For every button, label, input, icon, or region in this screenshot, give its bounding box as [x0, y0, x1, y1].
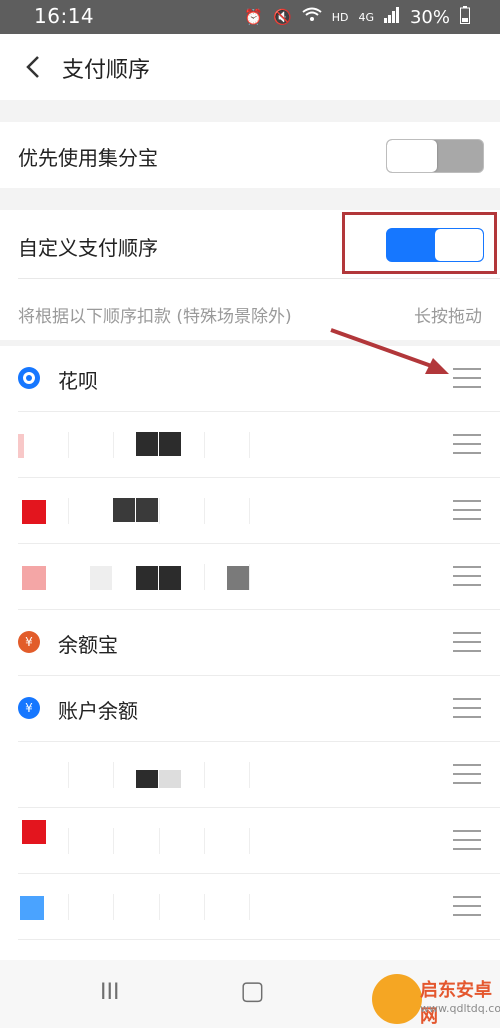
- mosaic-line: [159, 828, 160, 854]
- drag-handle-icon[interactable]: [453, 368, 481, 390]
- recent-apps-button[interactable]: III: [100, 980, 119, 1005]
- yuebao-icon: ¥: [18, 631, 40, 653]
- blurred-block: [159, 432, 181, 456]
- mosaic-line: [249, 564, 250, 590]
- payment-row-blurred[interactable]: [0, 412, 500, 478]
- payment-row-blurred[interactable]: [0, 808, 500, 874]
- blurred-block: [136, 566, 158, 590]
- drag-handle-icon[interactable]: [453, 830, 481, 852]
- mosaic-line: [249, 498, 250, 524]
- mosaic-line: [68, 894, 69, 920]
- mosaic-line: [113, 432, 114, 458]
- mosaic-line: [204, 564, 205, 590]
- mosaic-line: [159, 894, 160, 920]
- payment-row-blurred[interactable]: [0, 742, 500, 808]
- mosaic-line: [249, 828, 250, 854]
- battery-label: 30%: [409, 6, 450, 28]
- blurred-card-icon: [22, 820, 46, 844]
- status-icons: ⏰ 🔇 HD 4G 30%: [244, 6, 470, 28]
- blurred-block: [159, 770, 181, 788]
- payment-row-balance[interactable]: ¥ 账户余额: [0, 676, 500, 742]
- blurred-card-icon: [22, 566, 46, 590]
- nav-header: 支付顺序: [0, 34, 500, 100]
- huabei-icon: [18, 367, 40, 389]
- payment-row-blurred[interactable]: [0, 478, 500, 544]
- blurred-block: [227, 566, 249, 590]
- blurred-block: [90, 566, 112, 590]
- divider: [18, 278, 500, 279]
- mosaic-line: [249, 432, 250, 458]
- order-hint: 将根据以下顺序扣款 (特殊场景除外): [18, 307, 292, 327]
- prefer-jifenbao-toggle[interactable]: [386, 139, 484, 173]
- payment-label: 账户余额: [58, 699, 138, 723]
- mosaic-line: [204, 828, 205, 854]
- blurred-card-icon: [18, 434, 24, 458]
- mosaic-line: [159, 498, 160, 524]
- mosaic-line: [113, 828, 114, 854]
- blurred-block: [159, 566, 181, 590]
- payment-label: 余额宝: [58, 633, 118, 657]
- drag-handle-icon[interactable]: [453, 566, 481, 588]
- blurred-block: [136, 432, 158, 456]
- status-time: 16:14: [34, 4, 95, 28]
- mosaic-line: [113, 762, 114, 788]
- drag-handle-icon[interactable]: [453, 500, 481, 522]
- drag-handle-icon[interactable]: [453, 764, 481, 786]
- signal-bars-icon: [383, 7, 400, 27]
- highlight-box: [342, 212, 497, 274]
- blurred-block: [113, 498, 135, 522]
- back-arrow-icon[interactable]: [22, 55, 46, 79]
- prefer-jifenbao-label: 优先使用集分宝: [18, 146, 158, 170]
- blurred-card-icon: [20, 896, 44, 920]
- alarm-icon: ⏰: [244, 8, 264, 26]
- mosaic-line: [249, 762, 250, 788]
- mosaic-line: [68, 828, 69, 854]
- wifi-icon: [302, 7, 322, 27]
- payment-row-partial: [0, 940, 500, 960]
- page-title: 支付顺序: [62, 58, 151, 83]
- drag-handle-icon[interactable]: [453, 698, 481, 720]
- balance-icon: ¥: [18, 697, 40, 719]
- toggle-knob: [387, 140, 437, 172]
- payment-row-blurred[interactable]: [0, 874, 500, 940]
- watermark: 启东安卓网 www.qdltdq.com: [340, 970, 500, 1028]
- watermark-url: www.qdltdq.com: [420, 1002, 500, 1015]
- drag-handle-icon[interactable]: [453, 434, 481, 456]
- payment-row-yuebao[interactable]: ¥ 余额宝: [0, 610, 500, 676]
- blurred-card-icon: [22, 500, 46, 524]
- mosaic-line: [204, 894, 205, 920]
- annotation-arrow-icon: [330, 328, 449, 374]
- blurred-block: [136, 770, 158, 788]
- custom-order-label: 自定义支付顺序: [18, 236, 158, 260]
- battery-icon: [460, 6, 470, 28]
- mosaic-line: [249, 894, 250, 920]
- mosaic-line: [204, 498, 205, 524]
- drag-handle-icon[interactable]: [453, 896, 481, 918]
- hd-label: HD: [331, 10, 349, 24]
- mosaic-line: [204, 432, 205, 458]
- mosaic-line: [68, 498, 69, 524]
- watermark-logo-icon: [372, 974, 422, 1024]
- status-bar: 16:14 ⏰ 🔇 HD 4G 30%: [0, 0, 500, 34]
- mute-icon: 🔇: [273, 8, 292, 26]
- home-button[interactable]: ▢: [240, 976, 265, 1006]
- mosaic-line: [204, 762, 205, 788]
- signal-label: 4G: [358, 10, 374, 24]
- payment-label: 花呗: [58, 369, 98, 393]
- blurred-block: [136, 498, 158, 522]
- mosaic-line: [113, 894, 114, 920]
- drag-handle-icon[interactable]: [453, 632, 481, 654]
- mosaic-line: [68, 432, 69, 458]
- payment-row-blurred[interactable]: [0, 544, 500, 610]
- mosaic-line: [68, 762, 69, 788]
